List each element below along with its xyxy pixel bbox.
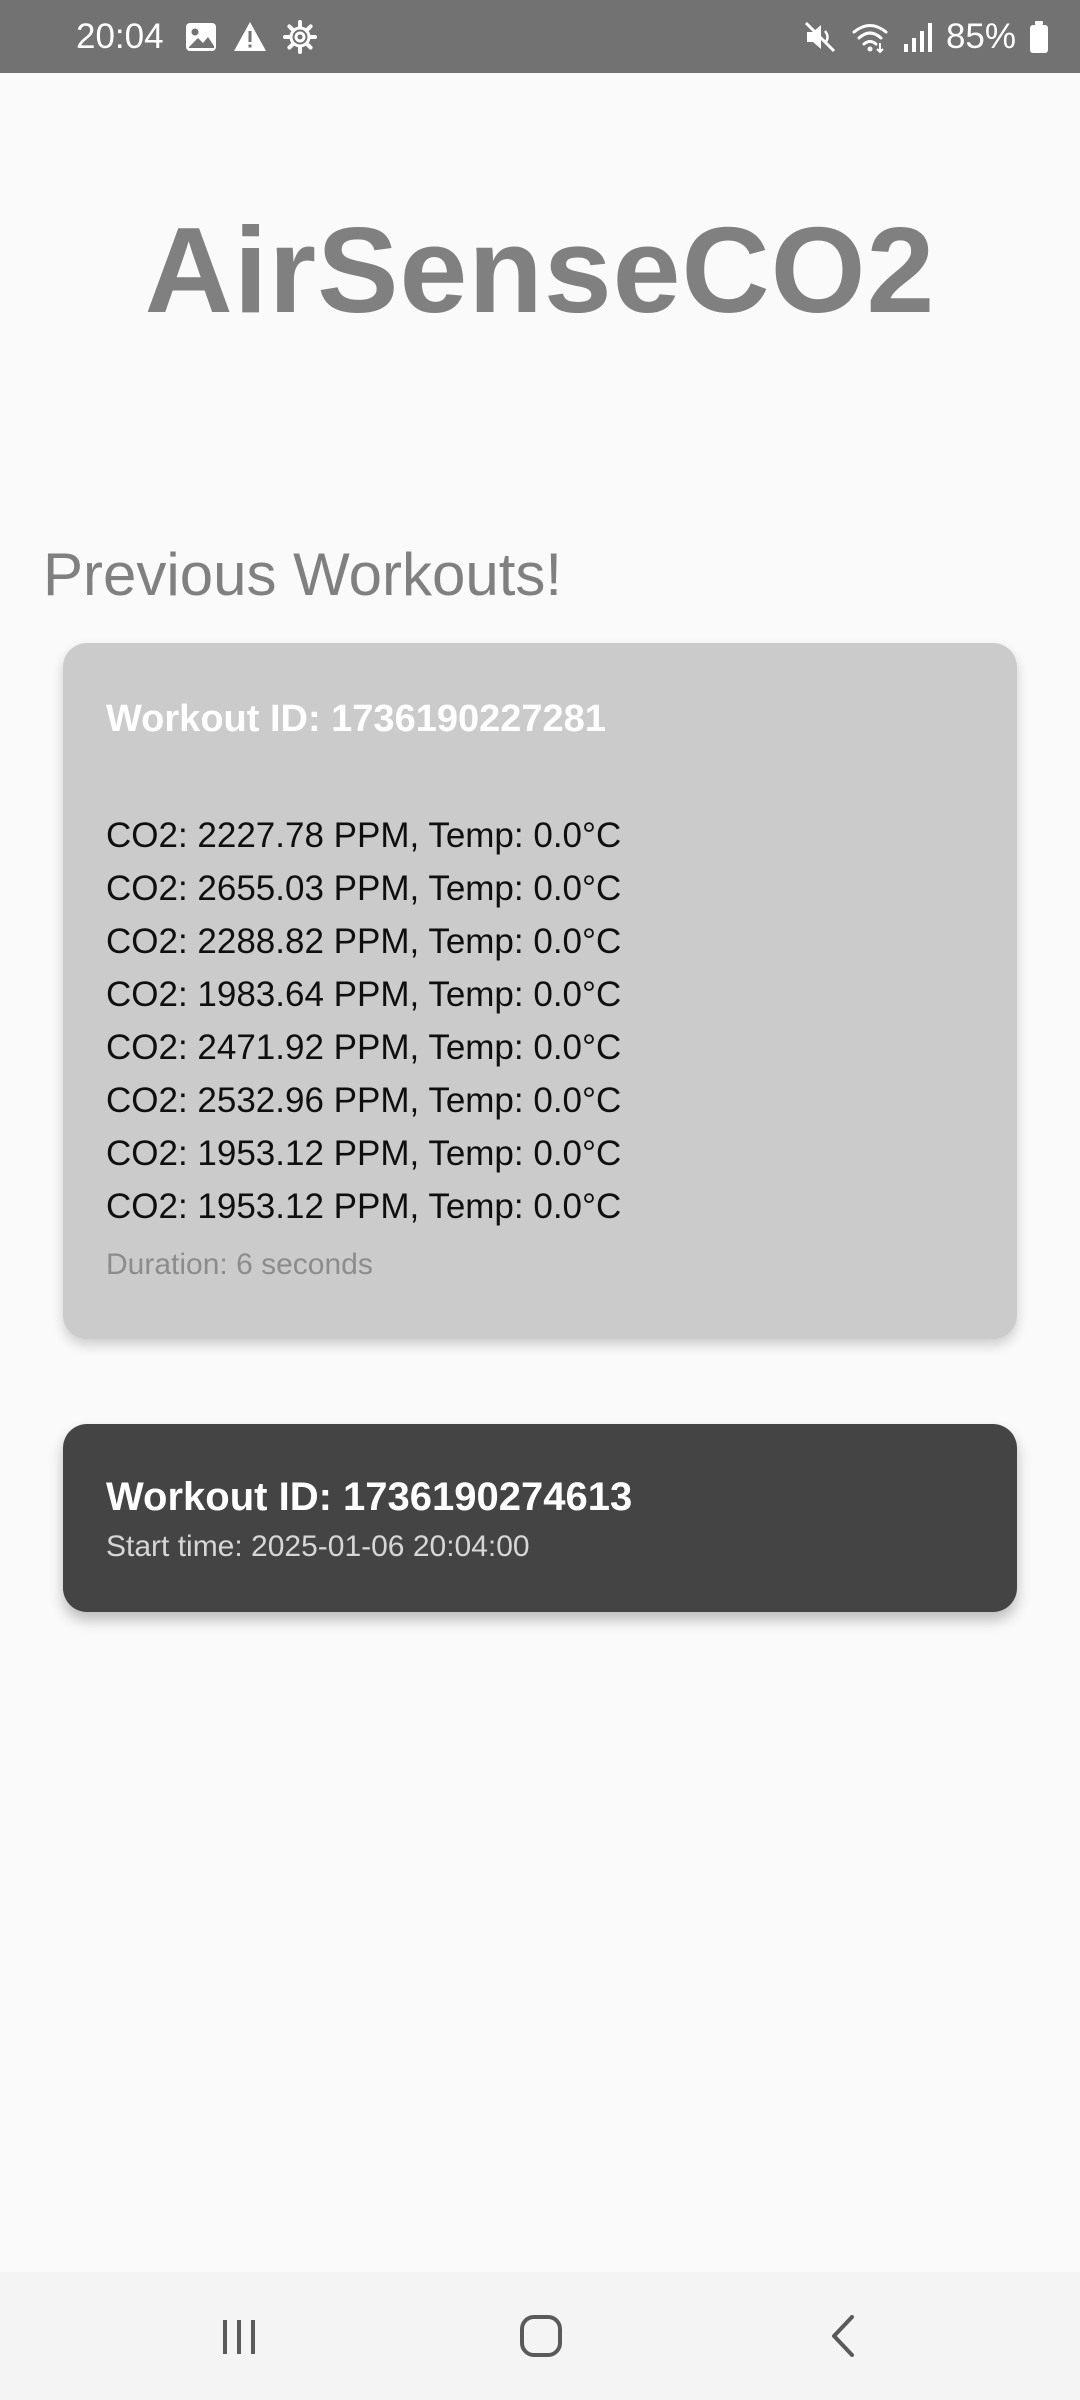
reading-item: CO2: 2532.96 PPM, Temp: 0.0°C (106, 1081, 622, 1120)
status-bar: 20:04 85% (0, 0, 1080, 73)
status-left: 20:04 (76, 0, 318, 73)
reading-item: CO2: 1983.64 PPM, Temp: 0.0°C (106, 975, 622, 1014)
recents-icon (223, 2320, 255, 2354)
reading-item: CO2: 2655.03 PPM, Temp: 0.0°C (106, 869, 622, 908)
readings-list: CO2: 2227.78 PPM, Temp: 0.0°C CO2: 2655.… (106, 809, 1017, 1233)
navigation-bar (0, 2272, 1080, 2400)
recents-button[interactable] (159, 2272, 319, 2400)
workout-start-time: Start time: 2025-01-06 20:04:00 (106, 1530, 530, 1563)
signal-icon (902, 20, 934, 54)
workout-id: Workout ID: 1736190227281 (106, 698, 606, 740)
workout-duration: Duration: 6 seconds (106, 1248, 373, 1281)
back-button[interactable] (764, 2272, 924, 2400)
workout-id: Workout ID: 1736190274613 (106, 1475, 633, 1519)
battery-percent: 85% (945, 16, 1016, 56)
settings-icon (282, 19, 318, 55)
workout-card-collapsed[interactable]: Workout ID: 1736190274613 Start time: 20… (63, 1424, 1017, 1612)
reading-item: CO2: 2227.78 PPM, Temp: 0.0°C (106, 816, 622, 855)
warning-icon (232, 20, 268, 54)
reading-item: CO2: 1953.12 PPM, Temp: 0.0°C (106, 1187, 622, 1226)
status-time: 20:04 (76, 16, 164, 56)
home-button[interactable] (461, 2272, 621, 2400)
status-right: 85% (802, 0, 1050, 73)
reading-item: CO2: 1953.12 PPM, Temp: 0.0°C (106, 1134, 622, 1173)
section-heading: Previous Workouts! (43, 541, 563, 608)
app-title: AirSenseCO2 (144, 202, 936, 338)
image-icon (184, 20, 218, 54)
wifi-icon (850, 19, 890, 55)
mute-icon (802, 19, 838, 55)
workout-card-expanded[interactable]: Workout ID: 1736190227281 CO2: 2227.78 P… (63, 643, 1017, 1339)
battery-icon (1028, 19, 1050, 55)
back-icon (832, 2315, 854, 2357)
reading-item: CO2: 2288.82 PPM, Temp: 0.0°C (106, 922, 622, 961)
home-icon (520, 2315, 562, 2357)
reading-item: CO2: 2471.92 PPM, Temp: 0.0°C (106, 1028, 622, 1067)
